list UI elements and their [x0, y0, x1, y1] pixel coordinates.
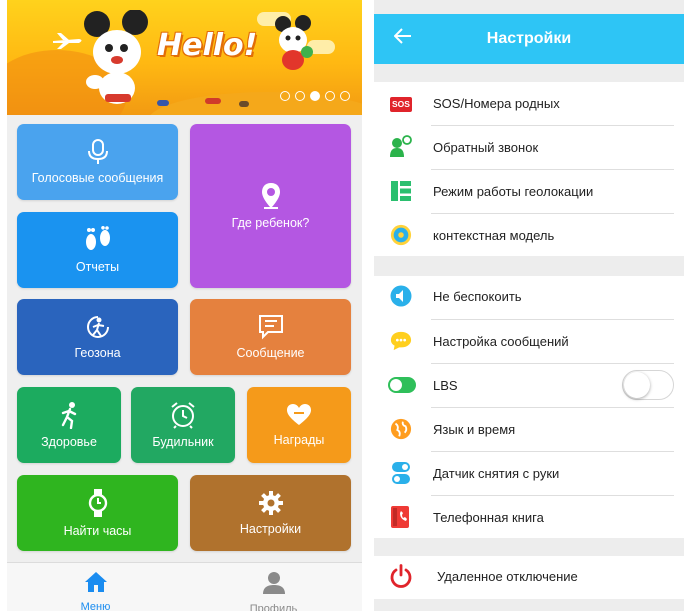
- health-tile[interactable]: Здоровье: [17, 387, 121, 463]
- setting-label: Настройка сообщений: [433, 334, 569, 349]
- setting-do-not-disturb[interactable]: Не беспокоить: [374, 276, 684, 319]
- tile-label: Будильник: [152, 435, 214, 449]
- tile-label: Где ребенок?: [231, 216, 310, 230]
- tile-label: Настройки: [239, 522, 302, 536]
- power-icon: [390, 564, 412, 588]
- settings-group: Не беспокоить Настройка сообщений LBS Яз…: [374, 276, 684, 538]
- tab-menu[interactable]: Меню: [7, 563, 184, 611]
- setting-label: Датчик снятия с руки: [433, 466, 560, 481]
- rewards-tile[interactable]: Награды: [247, 387, 351, 463]
- banner-hello-text: Hello!: [157, 28, 258, 63]
- person-icon: [262, 571, 286, 600]
- right-screen: Настройки SOS SOS/Номера родных Обратный…: [374, 0, 684, 611]
- tile-label: Геозона: [74, 346, 121, 360]
- car-decoration: [205, 98, 221, 104]
- setting-context-model[interactable]: контекстная модель: [374, 214, 684, 256]
- carousel-indicator[interactable]: [280, 91, 350, 101]
- lbs-icon: [388, 374, 416, 396]
- setting-label: Удаленное отключение: [437, 569, 578, 584]
- lbs-toggle[interactable]: [622, 370, 674, 400]
- running-icon: [58, 401, 80, 429]
- voice-messages-tile[interactable]: Голосовые сообщения: [17, 124, 178, 200]
- tab-profile[interactable]: Профиль: [185, 563, 362, 611]
- tile-label: Здоровье: [41, 435, 97, 449]
- carousel-dot[interactable]: [325, 91, 335, 101]
- context-model-icon: [390, 224, 412, 246]
- car-decoration: [157, 100, 169, 106]
- home-icon: [84, 571, 108, 598]
- tab-label: Меню: [80, 601, 111, 611]
- setting-label: контекстная модель: [433, 228, 555, 243]
- carousel-dot[interactable]: [280, 91, 290, 101]
- location-mode-icon: [390, 180, 412, 202]
- tab-label: Профиль: [249, 603, 298, 611]
- microphone-icon: [87, 139, 109, 165]
- settings-group: Удаленное отключение: [374, 556, 684, 599]
- tile-label: Отчеты: [75, 260, 120, 274]
- message-icon: [258, 314, 284, 340]
- message-settings-icon: [390, 330, 412, 352]
- setting-label: Язык и время: [433, 422, 516, 437]
- setting-label: SOS/Номера родных: [433, 96, 560, 111]
- watch-icon: [88, 488, 108, 518]
- wrist-sensor-icon: [390, 462, 412, 484]
- carousel-dot[interactable]: [340, 91, 350, 101]
- language-time-icon: [390, 418, 412, 440]
- settings-tile[interactable]: Настройки: [190, 475, 351, 551]
- setting-sos-numbers[interactable]: SOS SOS/Номера родных: [374, 82, 684, 125]
- message-tile[interactable]: Сообщение: [190, 299, 351, 375]
- geofence-icon: [85, 314, 111, 340]
- setting-callback[interactable]: Обратный звонок: [374, 126, 684, 169]
- tile-label: Голосовые сообщения: [31, 171, 164, 185]
- alarm-clock-icon: [170, 401, 196, 429]
- toggle-knob: [624, 372, 650, 398]
- heart-icon: [286, 403, 312, 427]
- promo-banner[interactable]: Hello!: [7, 0, 362, 115]
- geofence-tile[interactable]: Геозона: [17, 299, 178, 375]
- setting-language-time[interactable]: Язык и время: [374, 408, 684, 451]
- tile-label: Награды: [273, 433, 325, 447]
- where-is-child-tile[interactable]: Где ребенок?: [190, 124, 351, 288]
- gear-icon: [258, 490, 284, 516]
- sos-icon: SOS: [390, 93, 412, 115]
- cartoon-mouse-illustration: [84, 10, 148, 104]
- carousel-dot-active[interactable]: [310, 91, 320, 101]
- location-pin-icon: [261, 182, 281, 210]
- header-bar: Настройки: [374, 14, 684, 64]
- phonebook-icon: [390, 506, 412, 528]
- page-title: Настройки: [486, 30, 572, 47]
- setting-label: Не беспокоить: [433, 289, 522, 304]
- sos-icon-text: SOS: [390, 96, 412, 112]
- car-decoration: [239, 101, 249, 107]
- bottom-tab-bar: Меню Профиль: [7, 562, 362, 611]
- left-screen: Hello! Голосовые сообщения Где ребенок? …: [7, 0, 362, 611]
- reports-tile[interactable]: Отчеты: [17, 212, 178, 288]
- alarm-clock-tile[interactable]: Будильник: [131, 387, 235, 463]
- setting-phonebook[interactable]: Телефонная книга: [374, 496, 684, 538]
- callback-icon: [390, 135, 412, 158]
- setting-message-settings[interactable]: Настройка сообщений: [374, 320, 684, 363]
- cartoon-character-illustration: [275, 15, 313, 70]
- setting-lbs[interactable]: LBS: [374, 364, 684, 407]
- find-watch-tile[interactable]: Найти часы: [17, 475, 178, 551]
- carousel-dot[interactable]: [295, 91, 305, 101]
- setting-label: Телефонная книга: [433, 510, 544, 525]
- setting-wrist-sensor[interactable]: Датчик снятия с руки: [374, 452, 684, 495]
- setting-label: LBS: [433, 378, 458, 393]
- setting-location-mode[interactable]: Режим работы геолокации: [374, 170, 684, 213]
- setting-label: Режим работы геолокации: [433, 184, 594, 199]
- do-not-disturb-icon: [390, 285, 412, 307]
- setting-remote-shutdown[interactable]: Удаленное отключение: [374, 556, 684, 599]
- tile-label: Найти часы: [63, 524, 132, 538]
- settings-group: SOS SOS/Номера родных Обратный звонок Ре…: [374, 82, 684, 256]
- setting-label: Обратный звонок: [433, 140, 539, 155]
- footprints-icon: [83, 226, 113, 254]
- tile-label: Сообщение: [236, 346, 305, 360]
